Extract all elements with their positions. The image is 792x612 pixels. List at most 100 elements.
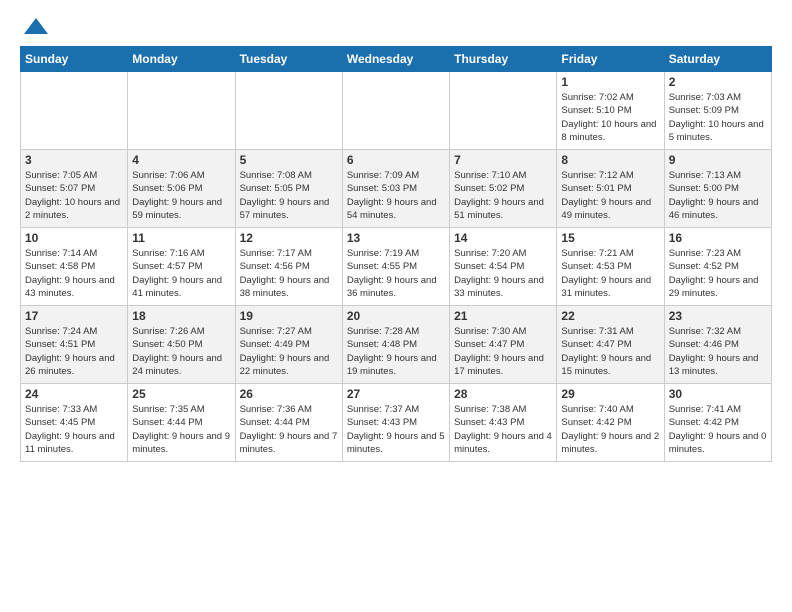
calendar-cell: 18 Sunrise: 7:26 AM Sunset: 4:50 PM Dayli… bbox=[128, 306, 235, 384]
day-info: Sunrise: 7:08 AM Sunset: 5:05 PM Dayligh… bbox=[240, 169, 338, 222]
day-info: Sunrise: 7:41 AM Sunset: 4:42 PM Dayligh… bbox=[669, 403, 767, 456]
header-day-sunday: Sunday bbox=[21, 47, 128, 72]
day-number: 25 bbox=[132, 387, 230, 401]
calendar-cell: 1 Sunrise: 7:02 AM Sunset: 5:10 PM Daylig… bbox=[557, 72, 664, 150]
day-number: 10 bbox=[25, 231, 123, 245]
day-info: Sunrise: 7:24 AM Sunset: 4:51 PM Dayligh… bbox=[25, 325, 123, 378]
day-number: 26 bbox=[240, 387, 338, 401]
calendar-cell: 3 Sunrise: 7:05 AM Sunset: 5:07 PM Daylig… bbox=[21, 150, 128, 228]
day-number: 1 bbox=[561, 75, 659, 89]
day-info: Sunrise: 7:30 AM Sunset: 4:47 PM Dayligh… bbox=[454, 325, 552, 378]
day-number: 4 bbox=[132, 153, 230, 167]
day-number: 12 bbox=[240, 231, 338, 245]
day-info: Sunrise: 7:23 AM Sunset: 4:52 PM Dayligh… bbox=[669, 247, 767, 300]
calendar-cell: 12 Sunrise: 7:17 AM Sunset: 4:56 PM Dayli… bbox=[235, 228, 342, 306]
day-number: 9 bbox=[669, 153, 767, 167]
day-info: Sunrise: 7:37 AM Sunset: 4:43 PM Dayligh… bbox=[347, 403, 445, 456]
day-number: 8 bbox=[561, 153, 659, 167]
day-number: 5 bbox=[240, 153, 338, 167]
calendar-body: 1 Sunrise: 7:02 AM Sunset: 5:10 PM Daylig… bbox=[21, 72, 772, 462]
day-number: 13 bbox=[347, 231, 445, 245]
calendar-cell bbox=[450, 72, 557, 150]
day-number: 18 bbox=[132, 309, 230, 323]
calendar-cell: 20 Sunrise: 7:28 AM Sunset: 4:48 PM Dayli… bbox=[342, 306, 449, 384]
calendar-cell bbox=[128, 72, 235, 150]
header-day-friday: Friday bbox=[557, 47, 664, 72]
week-row-0: 1 Sunrise: 7:02 AM Sunset: 5:10 PM Daylig… bbox=[21, 72, 772, 150]
calendar-cell: 22 Sunrise: 7:31 AM Sunset: 4:47 PM Dayli… bbox=[557, 306, 664, 384]
calendar-cell: 28 Sunrise: 7:38 AM Sunset: 4:43 PM Dayli… bbox=[450, 384, 557, 462]
calendar-cell: 27Sunrise: 7:37 AM Sunset: 4:43 PM Dayli… bbox=[342, 384, 449, 462]
calendar-cell: 10 Sunrise: 7:14 AM Sunset: 4:58 PM Dayli… bbox=[21, 228, 128, 306]
day-info: Sunrise: 7:38 AM Sunset: 4:43 PM Dayligh… bbox=[454, 403, 552, 456]
calendar-cell: 26 Sunrise: 7:36 AM Sunset: 4:44 PM Dayli… bbox=[235, 384, 342, 462]
day-number: 20 bbox=[347, 309, 445, 323]
day-info: Sunrise: 7:12 AM Sunset: 5:01 PM Dayligh… bbox=[561, 169, 659, 222]
calendar-cell: 9 Sunrise: 7:13 AM Sunset: 5:00 PM Daylig… bbox=[664, 150, 771, 228]
header-day-saturday: Saturday bbox=[664, 47, 771, 72]
logo-icon bbox=[22, 16, 50, 36]
day-info: Sunrise: 7:13 AM Sunset: 5:00 PM Dayligh… bbox=[669, 169, 767, 222]
calendar-cell: 7 Sunrise: 7:10 AM Sunset: 5:02 PM Daylig… bbox=[450, 150, 557, 228]
day-info: Sunrise: 7:36 AM Sunset: 4:44 PM Dayligh… bbox=[240, 403, 338, 456]
calendar-cell: 2 Sunrise: 7:03 AM Sunset: 5:09 PM Daylig… bbox=[664, 72, 771, 150]
day-info: Sunrise: 7:16 AM Sunset: 4:57 PM Dayligh… bbox=[132, 247, 230, 300]
day-number: 3 bbox=[25, 153, 123, 167]
calendar-cell: 15Sunrise: 7:21 AM Sunset: 4:53 PM Dayli… bbox=[557, 228, 664, 306]
logo bbox=[20, 16, 50, 36]
calendar-cell: 16 Sunrise: 7:23 AM Sunset: 4:52 PM Dayli… bbox=[664, 228, 771, 306]
week-row-2: 10 Sunrise: 7:14 AM Sunset: 4:58 PM Dayli… bbox=[21, 228, 772, 306]
day-info: Sunrise: 7:27 AM Sunset: 4:49 PM Dayligh… bbox=[240, 325, 338, 378]
day-info: Sunrise: 7:31 AM Sunset: 4:47 PM Dayligh… bbox=[561, 325, 659, 378]
calendar-cell bbox=[235, 72, 342, 150]
calendar-cell: 6 Sunrise: 7:09 AM Sunset: 5:03 PM Daylig… bbox=[342, 150, 449, 228]
calendar-cell: 8 Sunrise: 7:12 AM Sunset: 5:01 PM Daylig… bbox=[557, 150, 664, 228]
header-day-wednesday: Wednesday bbox=[342, 47, 449, 72]
calendar-cell: 23Sunrise: 7:32 AM Sunset: 4:46 PM Dayli… bbox=[664, 306, 771, 384]
day-info: Sunrise: 7:02 AM Sunset: 5:10 PM Dayligh… bbox=[561, 91, 659, 144]
day-number: 14 bbox=[454, 231, 552, 245]
header bbox=[20, 16, 772, 36]
day-number: 21 bbox=[454, 309, 552, 323]
calendar-cell: 5 Sunrise: 7:08 AM Sunset: 5:05 PM Daylig… bbox=[235, 150, 342, 228]
day-number: 16 bbox=[669, 231, 767, 245]
calendar-table: SundayMondayTuesdayWednesdayThursdayFrid… bbox=[20, 46, 772, 462]
day-info: Sunrise: 7:19 AM Sunset: 4:55 PM Dayligh… bbox=[347, 247, 445, 300]
day-number: 29 bbox=[561, 387, 659, 401]
day-number: 11 bbox=[132, 231, 230, 245]
day-info: Sunrise: 7:20 AM Sunset: 4:54 PM Dayligh… bbox=[454, 247, 552, 300]
calendar-cell: 30 Sunrise: 7:41 AM Sunset: 4:42 PM Dayli… bbox=[664, 384, 771, 462]
day-info: Sunrise: 7:33 AM Sunset: 4:45 PM Dayligh… bbox=[25, 403, 123, 456]
day-info: Sunrise: 7:17 AM Sunset: 4:56 PM Dayligh… bbox=[240, 247, 338, 300]
day-info: Sunrise: 7:26 AM Sunset: 4:50 PM Dayligh… bbox=[132, 325, 230, 378]
day-info: Sunrise: 7:28 AM Sunset: 4:48 PM Dayligh… bbox=[347, 325, 445, 378]
week-row-4: 24Sunrise: 7:33 AM Sunset: 4:45 PM Dayli… bbox=[21, 384, 772, 462]
calendar-cell: 4Sunrise: 7:06 AM Sunset: 5:06 PM Daylig… bbox=[128, 150, 235, 228]
day-info: Sunrise: 7:21 AM Sunset: 4:53 PM Dayligh… bbox=[561, 247, 659, 300]
calendar-cell: 19 Sunrise: 7:27 AM Sunset: 4:49 PM Dayli… bbox=[235, 306, 342, 384]
calendar-cell: 11 Sunrise: 7:16 AM Sunset: 4:57 PM Dayli… bbox=[128, 228, 235, 306]
calendar-cell: 25Sunrise: 7:35 AM Sunset: 4:44 PM Dayli… bbox=[128, 384, 235, 462]
calendar-cell: 29 Sunrise: 7:40 AM Sunset: 4:42 PM Dayli… bbox=[557, 384, 664, 462]
day-info: Sunrise: 7:05 AM Sunset: 5:07 PM Dayligh… bbox=[25, 169, 123, 222]
day-number: 28 bbox=[454, 387, 552, 401]
calendar-cell: 21 Sunrise: 7:30 AM Sunset: 4:47 PM Dayli… bbox=[450, 306, 557, 384]
day-number: 6 bbox=[347, 153, 445, 167]
header-row: SundayMondayTuesdayWednesdayThursdayFrid… bbox=[21, 47, 772, 72]
day-info: Sunrise: 7:03 AM Sunset: 5:09 PM Dayligh… bbox=[669, 91, 767, 144]
day-number: 7 bbox=[454, 153, 552, 167]
day-info: Sunrise: 7:32 AM Sunset: 4:46 PM Dayligh… bbox=[669, 325, 767, 378]
day-info: Sunrise: 7:14 AM Sunset: 4:58 PM Dayligh… bbox=[25, 247, 123, 300]
day-info: Sunrise: 7:09 AM Sunset: 5:03 PM Dayligh… bbox=[347, 169, 445, 222]
calendar-cell: 24Sunrise: 7:33 AM Sunset: 4:45 PM Dayli… bbox=[21, 384, 128, 462]
day-info: Sunrise: 7:40 AM Sunset: 4:42 PM Dayligh… bbox=[561, 403, 659, 456]
day-number: 2 bbox=[669, 75, 767, 89]
header-day-thursday: Thursday bbox=[450, 47, 557, 72]
day-number: 30 bbox=[669, 387, 767, 401]
calendar-cell: 17Sunrise: 7:24 AM Sunset: 4:51 PM Dayli… bbox=[21, 306, 128, 384]
day-number: 19 bbox=[240, 309, 338, 323]
calendar-cell bbox=[21, 72, 128, 150]
day-info: Sunrise: 7:10 AM Sunset: 5:02 PM Dayligh… bbox=[454, 169, 552, 222]
calendar-cell bbox=[342, 72, 449, 150]
day-number: 22 bbox=[561, 309, 659, 323]
